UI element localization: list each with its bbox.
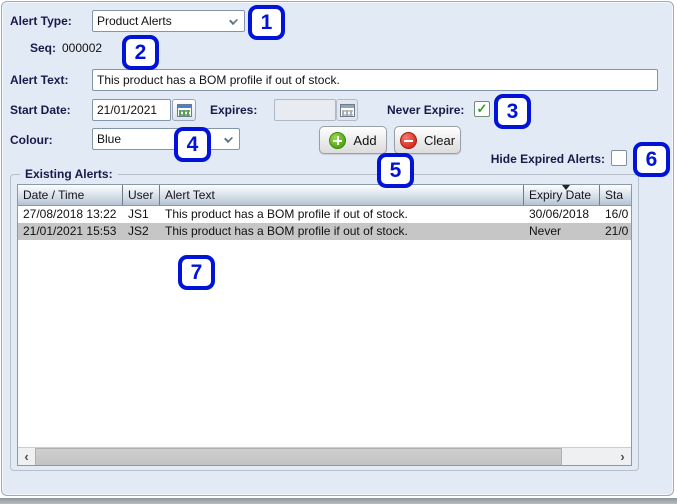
existing-alerts-title: Existing Alerts: (20, 167, 118, 181)
colour-value: Blue (97, 132, 121, 146)
callout-7: 7 (178, 255, 215, 290)
start-date-calendar-button[interactable] (172, 99, 196, 121)
cell-start-date: 16/0 (600, 206, 631, 223)
cell-start-date: 21/0 (600, 223, 631, 240)
calendar-icon-disabled (340, 104, 355, 117)
expires-input (274, 99, 336, 121)
scrollbar-track[interactable] (35, 448, 614, 466)
clear-button-label: Clear (424, 133, 455, 148)
column-header-start-date[interactable]: Sta (600, 185, 631, 205)
cell-user: JS1 (123, 206, 160, 223)
callout-2: 2 (122, 35, 159, 70)
cell-alert-text: This product has a BOM profile if out of… (160, 206, 524, 223)
callout-5: 5 (377, 153, 414, 188)
horizontal-scrollbar[interactable]: ‹ › (18, 447, 631, 465)
alert-form-panel: Alert Type: Product Alerts Seq: 000002 A… (1, 1, 674, 496)
table-row[interactable]: 21/01/2021 15:53 JS2 This product has a … (18, 223, 631, 240)
hide-expired-checkbox[interactable]: ✓ (611, 150, 627, 166)
start-date-value: 21/01/2021 (97, 103, 157, 117)
add-button[interactable]: Add (319, 126, 387, 154)
alert-text-value: This product has a BOM profile if out of… (97, 73, 340, 87)
chevron-down-icon (224, 134, 233, 143)
column-header-date-time[interactable]: Date / Time (18, 185, 123, 205)
existing-alerts-table[interactable]: Date / Time User Alert Text Expiry Date … (17, 184, 632, 466)
window-bottom-edge (0, 498, 677, 504)
cell-expiry-date: 30/06/2018 (524, 206, 600, 223)
clear-button[interactable]: Clear (394, 126, 461, 154)
chevron-down-icon (229, 16, 238, 25)
seq-value: 000002 (62, 41, 102, 55)
cell-alert-text: This product has a BOM profile if out of… (160, 223, 524, 240)
callout-3: 3 (494, 94, 531, 129)
scroll-left-button[interactable]: ‹ (18, 448, 35, 466)
start-date-label: Start Date: (10, 103, 71, 117)
colour-select[interactable]: Blue (92, 128, 240, 150)
alert-text-input[interactable]: This product has a BOM profile if out of… (92, 69, 658, 91)
seq-label: Seq: (30, 41, 56, 55)
cell-date-time: 21/01/2021 15:53 (18, 223, 123, 240)
column-header-expiry-date[interactable]: Expiry Date (524, 185, 600, 205)
alert-type-select[interactable]: Product Alerts (92, 10, 245, 32)
sort-desc-icon (562, 185, 570, 190)
colour-label: Colour: (10, 133, 53, 147)
cell-expiry-date: Never (524, 223, 600, 240)
callout-6: 6 (633, 142, 670, 177)
hide-expired-label: Hide Expired Alerts: (462, 152, 605, 166)
cell-user: JS2 (123, 223, 160, 240)
alert-text-label: Alert Text: (10, 73, 68, 87)
column-header-user[interactable]: User (123, 185, 160, 205)
clear-minus-icon (400, 132, 417, 149)
start-date-input[interactable]: 21/01/2021 (92, 99, 171, 121)
cell-date-time: 27/08/2018 13:22 (18, 206, 123, 223)
table-header[interactable]: Date / Time User Alert Text Expiry Date … (18, 185, 631, 206)
column-header-alert-text[interactable]: Alert Text (160, 185, 524, 205)
alert-type-label: Alert Type: (10, 14, 72, 28)
table-row[interactable]: 27/08/2018 13:22 JS1 This product has a … (18, 206, 631, 223)
never-expire-checkbox[interactable]: ✓ (474, 101, 490, 117)
checkmark-icon: ✓ (477, 102, 488, 115)
expires-calendar-button (336, 99, 358, 121)
callout-1: 1 (248, 5, 285, 40)
expires-label: Expires: (210, 103, 257, 117)
alert-type-value: Product Alerts (97, 14, 172, 28)
add-plus-icon (329, 132, 346, 149)
never-expire-label: Never Expire: (387, 103, 464, 117)
scrollbar-thumb[interactable] (35, 448, 562, 466)
calendar-icon (177, 104, 192, 117)
add-button-label: Add (353, 133, 376, 148)
scroll-right-button[interactable]: › (614, 448, 631, 466)
callout-4: 4 (174, 127, 211, 162)
